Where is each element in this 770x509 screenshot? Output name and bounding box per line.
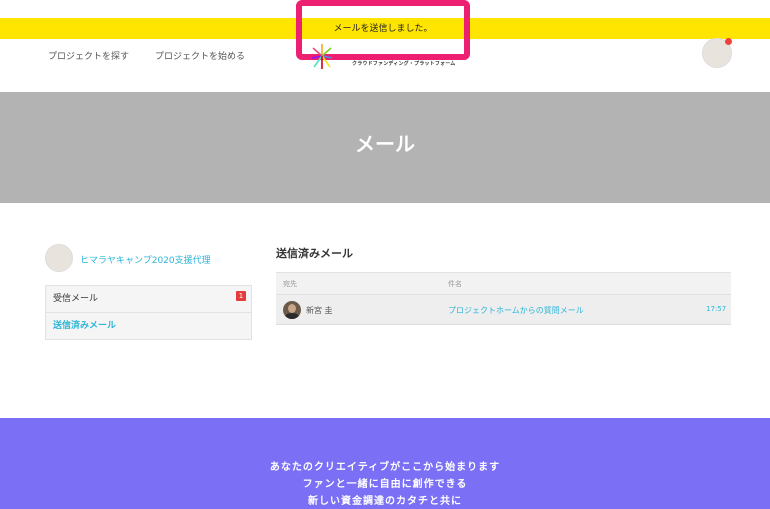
section-title: 送信済みメール [276, 247, 353, 260]
sidebar-item-sent[interactable]: 送信済みメール [46, 313, 251, 340]
nav-find-projects[interactable]: プロジェクトを探す [48, 49, 129, 62]
flash-message: メールを送信しました。 [333, 24, 433, 34]
unread-count-badge: 1 [236, 291, 246, 301]
row-recipient: 新宮 圭 [306, 306, 333, 315]
sidebar-menu: 受信メール 送信済みメール [45, 285, 252, 340]
row-time: 17:57 [706, 305, 727, 313]
table-header [276, 272, 731, 294]
project-name-link[interactable]: ヒマラヤキャンプ2020支援代理 [80, 253, 211, 266]
recipient-avatar-icon [283, 301, 301, 319]
logo-burst-icon[interactable] [310, 42, 334, 70]
nav-start-project[interactable]: プロジェクトを始める [155, 49, 245, 62]
user-avatar-icon[interactable] [702, 38, 732, 68]
footer-line-2: ファンと一緒に自由に創作できる [302, 479, 468, 490]
notification-dot [725, 38, 732, 45]
column-header-recipient: 宛先 [283, 280, 297, 288]
row-subject-link[interactable]: プロジェクトホームからの質問メール [448, 305, 584, 316]
column-header-subject: 件名 [448, 280, 462, 288]
page-title: メール [355, 132, 415, 156]
logo-tagline: クラウドファンディング・プラットフォーム [352, 61, 456, 67]
footer-line-3: 新しい資金調達のカタチと共に [308, 496, 462, 507]
sidebar-item-inbox[interactable]: 受信メール [46, 286, 251, 313]
footer-line-1: あなたのクリエイティブがここから始まります [269, 462, 501, 473]
project-avatar-icon [45, 244, 73, 272]
